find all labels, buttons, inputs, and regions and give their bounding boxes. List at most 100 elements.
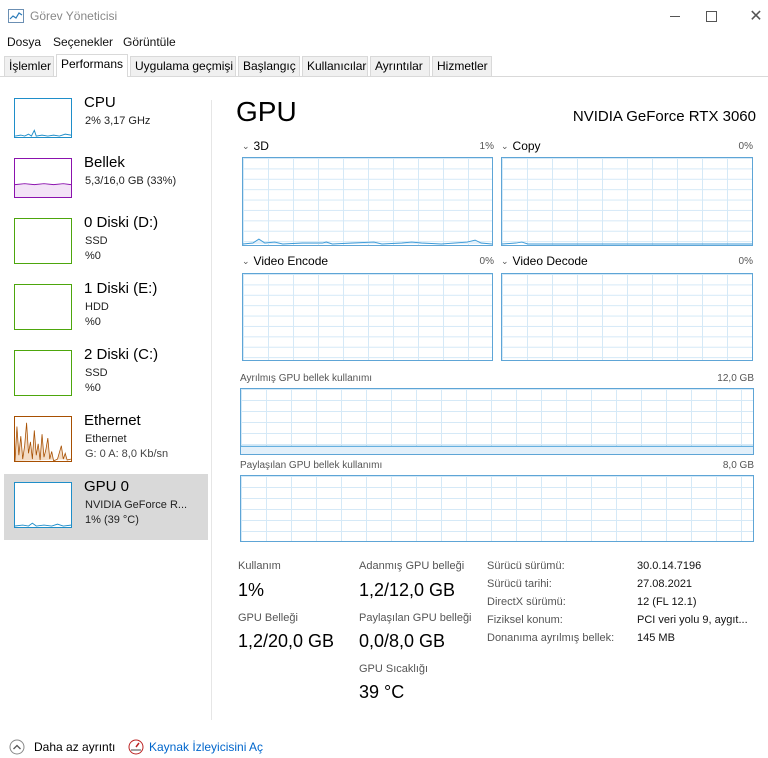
physical-location-label: Fiziksel konum: (487, 614, 563, 626)
sidebar-item-usage: 1% (39 °C) (85, 514, 139, 526)
engine-graph-copy (501, 157, 753, 246)
tab-processes[interactable]: İşlemler (4, 56, 54, 76)
sidebar-item-title: CPU (84, 94, 116, 111)
driver-version-label: Sürücü sürümü: (487, 560, 565, 572)
tab-app-history[interactable]: Uygulama geçmişi (130, 56, 236, 76)
gpu-model-name: NVIDIA GeForce RTX 3060 (572, 108, 756, 125)
gpu-temperature-label: GPU Sıcaklığı (359, 663, 429, 675)
tab-details[interactable]: Ayrıntılar (370, 56, 430, 76)
maximize-icon (705, 10, 717, 22)
sidebar-item-disk-0[interactable]: 0 Diski (D:) SSD %0 (4, 214, 208, 284)
shared-memory-max: 8,0 GB (722, 460, 754, 471)
ethernet-thumbnail-graph (14, 416, 72, 462)
tab-startup[interactable]: Başlangıç (238, 56, 300, 76)
engine-percent: 0% (738, 256, 753, 267)
gpu-memory-label: GPU Belleği (238, 612, 298, 624)
window-title: Görev Yöneticisi (30, 9, 118, 23)
sidebar-item-usage: %0 (85, 250, 101, 262)
sidebar-item-disk-2[interactable]: 2 Diski (C:) SSD %0 (4, 346, 208, 416)
dedicated-memory-max: 12,0 GB (717, 373, 754, 384)
sidebar-item-ethernet[interactable]: Ethernet Ethernet G: 0 A: 8,0 Kb/sn (4, 412, 208, 482)
engine-selector-3d[interactable]: ⌄ 3D (242, 139, 269, 153)
title-bar[interactable]: Görev Yöneticisi ✕ (0, 0, 768, 32)
engine-name: Video Encode (253, 254, 329, 268)
engine-percent: 0% (738, 141, 753, 152)
sidebar-item-throughput: G: 0 A: 8,0 Kb/sn (85, 448, 169, 460)
tab-services[interactable]: Hizmetler (432, 56, 492, 76)
hardware-reserved-memory-label: Donanıma ayrılmış bellek: (487, 632, 615, 644)
close-icon: ✕ (749, 8, 763, 25)
sidebar-item-title: GPU 0 (84, 478, 130, 495)
tab-users[interactable]: Kullanıcılar (302, 56, 368, 76)
physical-location-value: PCI veri yolu 9, aygıt... (637, 614, 748, 626)
directx-version-label: DirectX sürümü: (487, 596, 566, 608)
sidebar-item-model: NVIDIA GeForce R... (85, 499, 188, 511)
cpu-thumbnail-graph (14, 98, 72, 138)
chevron-down-icon: ⌄ (501, 140, 509, 151)
minimize-icon (670, 15, 680, 17)
shared-memory-graph (240, 475, 754, 542)
memory-thumbnail-graph (14, 158, 72, 198)
driver-version-value: 30.0.14.7196 (637, 560, 702, 572)
engine-percent: 1% (479, 141, 494, 152)
engine-name: Copy (512, 139, 541, 153)
sidebar-item-gpu-0[interactable]: GPU 0 NVIDIA GeForce R... 1% (39 °C) (4, 474, 208, 540)
engine-graph-3d (242, 157, 493, 246)
menu-view[interactable]: Görüntüle (123, 35, 176, 49)
sidebar-divider (211, 100, 212, 720)
page-title: GPU (236, 96, 297, 127)
shared-memory-stat-label: Paylaşılan GPU belleği (359, 612, 472, 624)
sidebar-item-disk-1[interactable]: 1 Diski (E:) HDD %0 (4, 280, 208, 350)
dedicated-memory-stat-value: 1,2/12,0 GB (359, 580, 456, 600)
dedicated-memory-graph (240, 388, 754, 455)
dedicated-memory-label: Ayrılmış GPU bellek kullanımı (240, 373, 373, 384)
resource-monitor-icon (128, 739, 144, 755)
dedicated-memory-stat-label: Adanmış GPU belleği (359, 560, 465, 572)
gpu-thumbnail-graph (14, 482, 72, 528)
gpu-temperature-value: 39 °C (359, 682, 405, 702)
sidebar-item-usage: %0 (85, 382, 101, 394)
engine-selector-video-encode[interactable]: ⌄ Video Encode (242, 254, 328, 268)
sidebar-item-usage: %0 (85, 316, 101, 328)
disk-0-thumbnail-graph (14, 218, 72, 264)
disk-1-thumbnail-graph (14, 284, 72, 330)
usage-value: 1% (238, 580, 265, 600)
sidebar-item-title: 1 Diski (E:) (84, 280, 158, 297)
menu-file[interactable]: Dosya (7, 35, 41, 49)
sidebar-item-detail: 5,3/16,0 GB (33%) (85, 175, 177, 187)
directx-version-value: 12 (FL 12.1) (637, 596, 697, 608)
sidebar-item-adapter: Ethernet (85, 433, 127, 445)
engine-name: 3D (253, 139, 269, 153)
gpu-memory-value: 1,2/20,0 GB (238, 631, 335, 651)
performance-sidebar: CPU 2% 3,17 GHz Bellek 5,3/16,0 GB (33%)… (0, 78, 212, 720)
sidebar-item-title: Bellek (84, 154, 125, 171)
engine-graph-video-encode (242, 273, 493, 361)
hardware-reserved-memory-value: 145 MB (637, 632, 675, 644)
engine-selector-copy[interactable]: ⌄ Copy (501, 139, 541, 153)
disk-2-thumbnail-graph (14, 350, 72, 396)
shared-memory-stat-value: 0,0/8,0 GB (359, 631, 446, 651)
sidebar-item-type: SSD (85, 367, 108, 379)
chevron-down-icon: ⌄ (242, 140, 250, 151)
chevron-down-icon: ⌄ (242, 255, 250, 266)
chevron-up-icon[interactable] (9, 739, 25, 755)
chevron-down-icon: ⌄ (501, 255, 509, 266)
fewer-details-button[interactable]: Daha az ayrıntı (34, 740, 115, 754)
sidebar-item-title: 0 Diski (D:) (84, 214, 159, 231)
shared-memory-label: Paylaşılan GPU bellek kullanımı (240, 460, 383, 471)
maximize-button[interactable] (688, 0, 734, 32)
tab-bar: İşlemler Performans Uygulama geçmişi Baş… (0, 54, 768, 77)
engine-name: Video Decode (512, 254, 588, 268)
open-resource-monitor-link[interactable]: Kaynak İzleyicisini Aç (149, 740, 263, 754)
sidebar-item-type: SSD (85, 235, 108, 247)
tab-performance[interactable]: Performans (56, 54, 128, 77)
engine-percent: 0% (479, 256, 494, 267)
sidebar-item-title: Ethernet (84, 412, 141, 429)
driver-date-value: 27.08.2021 (637, 578, 693, 590)
menu-options[interactable]: Seçenekler (53, 35, 113, 49)
engine-selector-video-decode[interactable]: ⌄ Video Decode (501, 254, 588, 268)
close-button[interactable]: ✕ (733, 0, 768, 32)
sidebar-item-detail: 2% 3,17 GHz (85, 115, 151, 127)
menu-bar: Dosya Seçenekler Görüntüle (0, 32, 768, 52)
usage-label: Kullanım (238, 560, 281, 572)
